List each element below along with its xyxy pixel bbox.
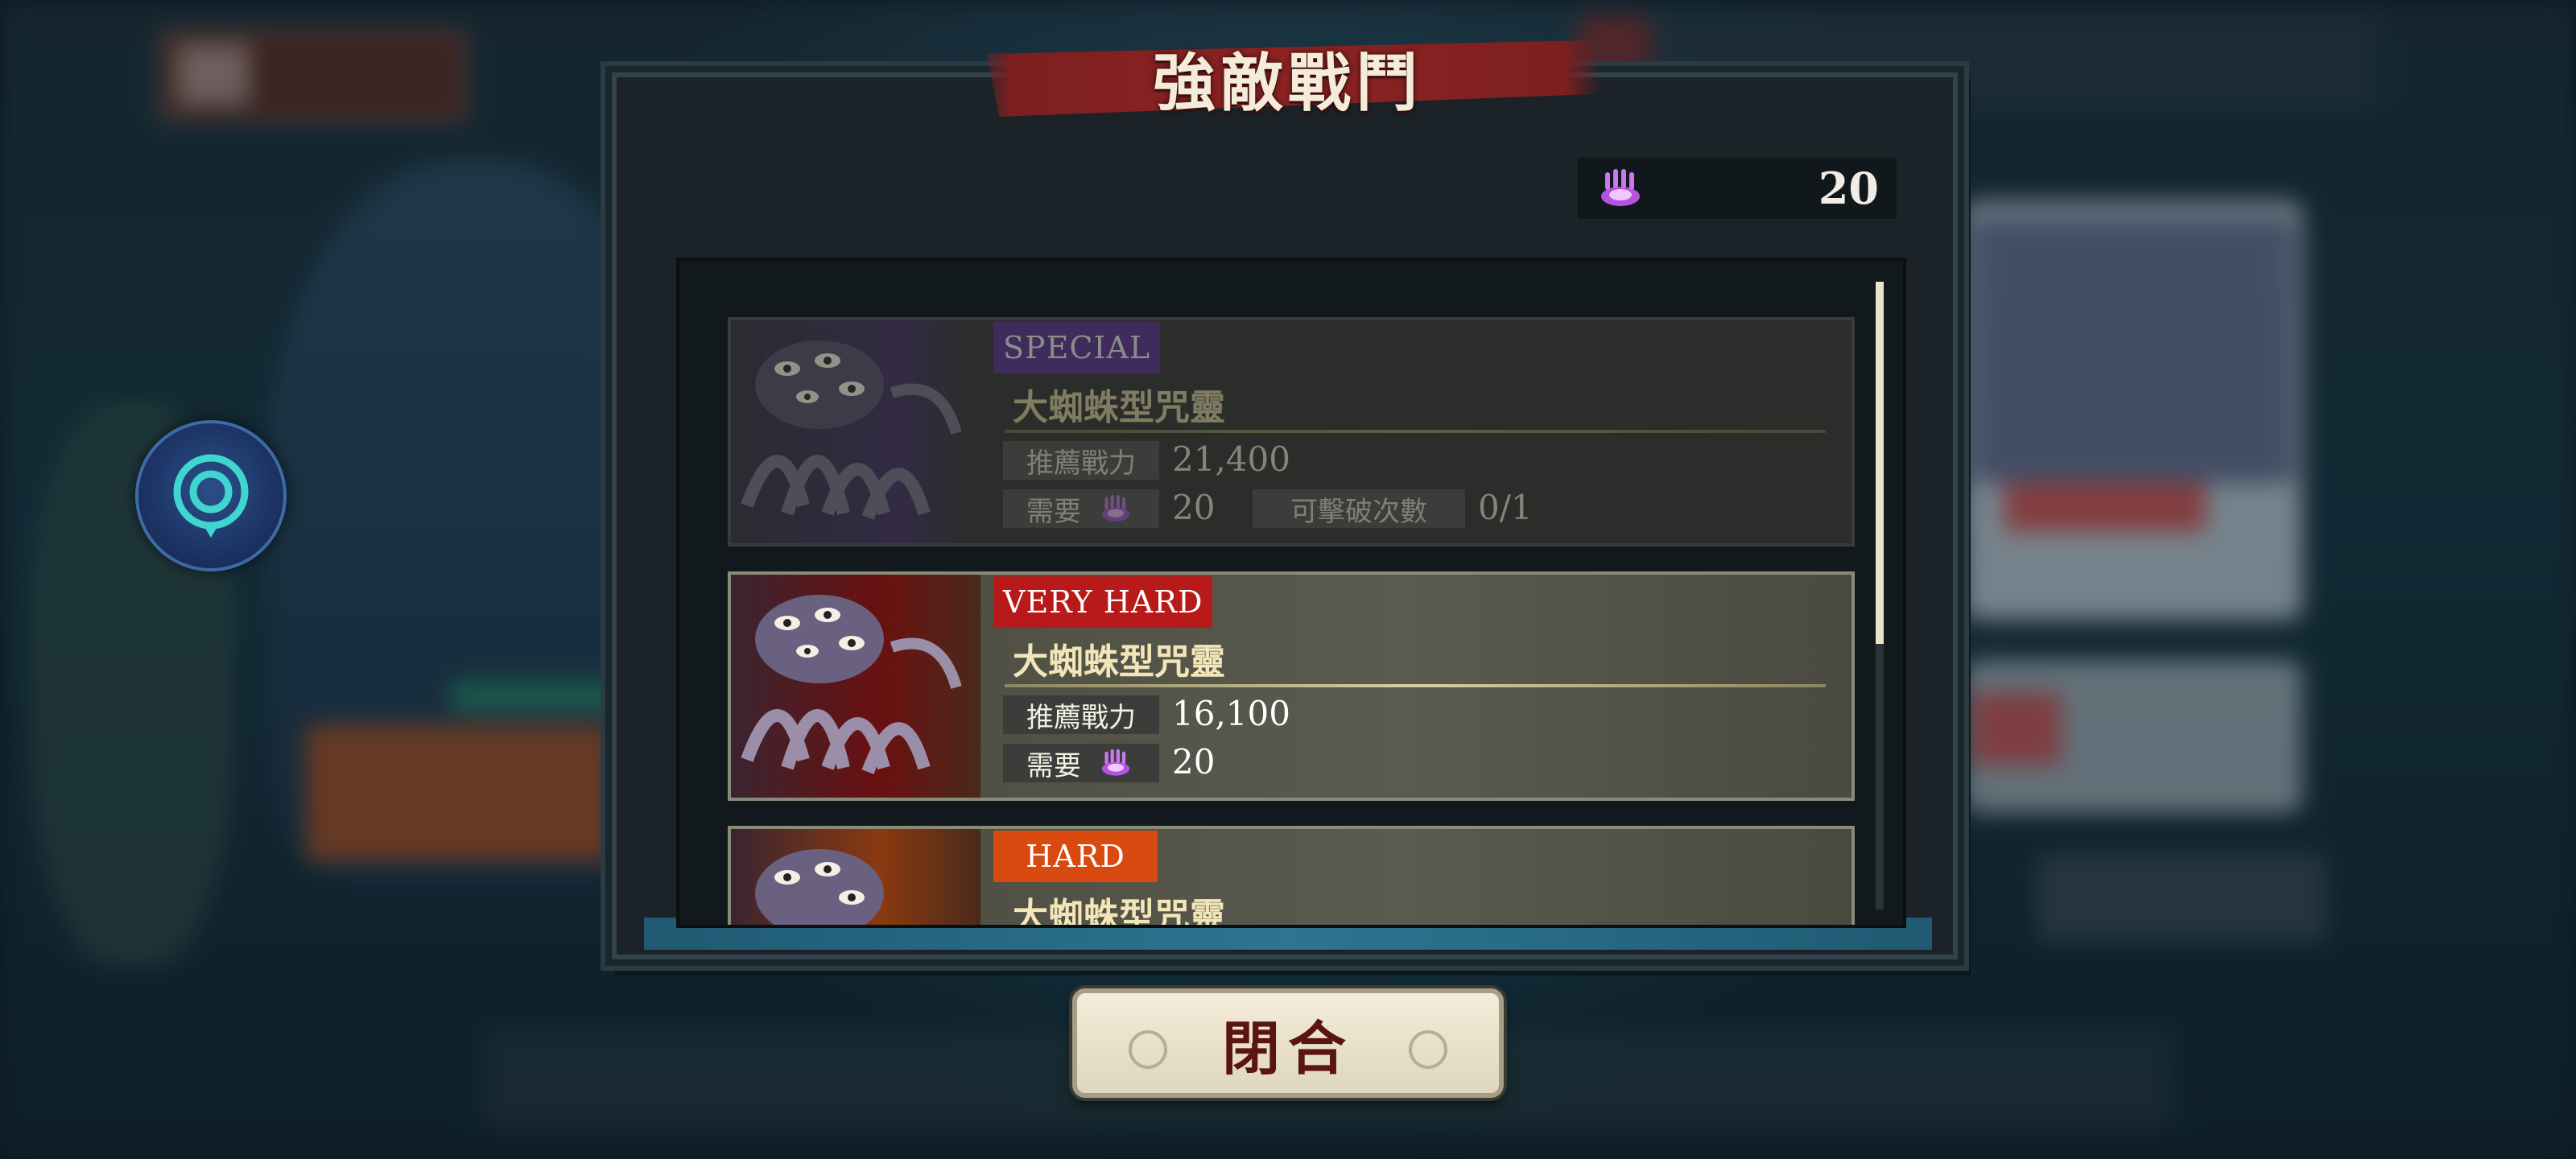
currency-counter: 20: [1578, 158, 1897, 219]
ornament-left-icon: [1129, 1030, 1167, 1069]
battle-card-hard[interactable]: HARD 大蜘蛛型咒靈: [728, 826, 1855, 928]
power-ring-icon: [173, 454, 249, 538]
attempts-value: 0/1: [1478, 488, 1533, 527]
cost-label-text: 需要: [1026, 749, 1081, 782]
difficulty-badge: VERY HARD: [993, 576, 1213, 628]
close-button[interactable]: 閉合: [1072, 988, 1504, 1098]
recommended-power-label: 推薦戰力: [1003, 695, 1159, 734]
recommended-power-value: 21,400: [1172, 439, 1290, 479]
divider: [1005, 430, 1826, 433]
enemy-name: 大蜘蛛型咒靈: [1013, 896, 1225, 928]
list-scrollbar-thumb[interactable]: [1876, 282, 1884, 644]
enemy-name: 大蜘蛛型咒靈: [1013, 641, 1225, 683]
battle-list[interactable]: SPECIAL 大蜘蛛型咒靈 推薦戰力 21,400 需要 20 可擊破次數 0…: [676, 258, 1906, 928]
attempts-label: 可擊破次數: [1253, 489, 1465, 528]
recommended-power-label: 推薦戰力: [1003, 441, 1159, 480]
ornament-right-icon: [1409, 1030, 1447, 1069]
cursed-hand-icon: [1101, 494, 1130, 522]
currency-value: 20: [1818, 163, 1879, 214]
giant-spider-curse-portrait: [731, 575, 980, 798]
cost-value: 20: [1172, 488, 1216, 527]
giant-spider-curse-portrait: [731, 320, 980, 543]
cost-label: 需要: [1003, 744, 1159, 782]
giant-spider-curse-portrait: [731, 829, 980, 925]
battle-card-special[interactable]: SPECIAL 大蜘蛛型咒靈 推薦戰力 21,400 需要 20 可擊破次數 0…: [728, 317, 1855, 547]
modal-title: 強敵戰鬥: [1152, 47, 1423, 120]
enemy-name: 大蜘蛛型咒靈: [1013, 387, 1225, 428]
difficulty-badge: SPECIAL: [993, 322, 1161, 373]
cost-label-text: 需要: [1026, 495, 1081, 528]
assist-floating-button[interactable]: [135, 420, 287, 571]
divider: [1005, 684, 1826, 687]
cost-label: 需要: [1003, 489, 1159, 528]
difficulty-badge: HARD: [993, 831, 1158, 882]
cursed-hand-icon: [1101, 749, 1130, 776]
battle-card-very-hard[interactable]: VERY HARD 大蜘蛛型咒靈 推薦戰力 16,100 需要 20: [728, 571, 1855, 801]
cost-value: 20: [1172, 742, 1216, 782]
close-button-label: 閉合: [1221, 1013, 1354, 1083]
cursed-hand-icon: [1601, 169, 1640, 206]
recommended-power-value: 16,100: [1172, 694, 1290, 733]
